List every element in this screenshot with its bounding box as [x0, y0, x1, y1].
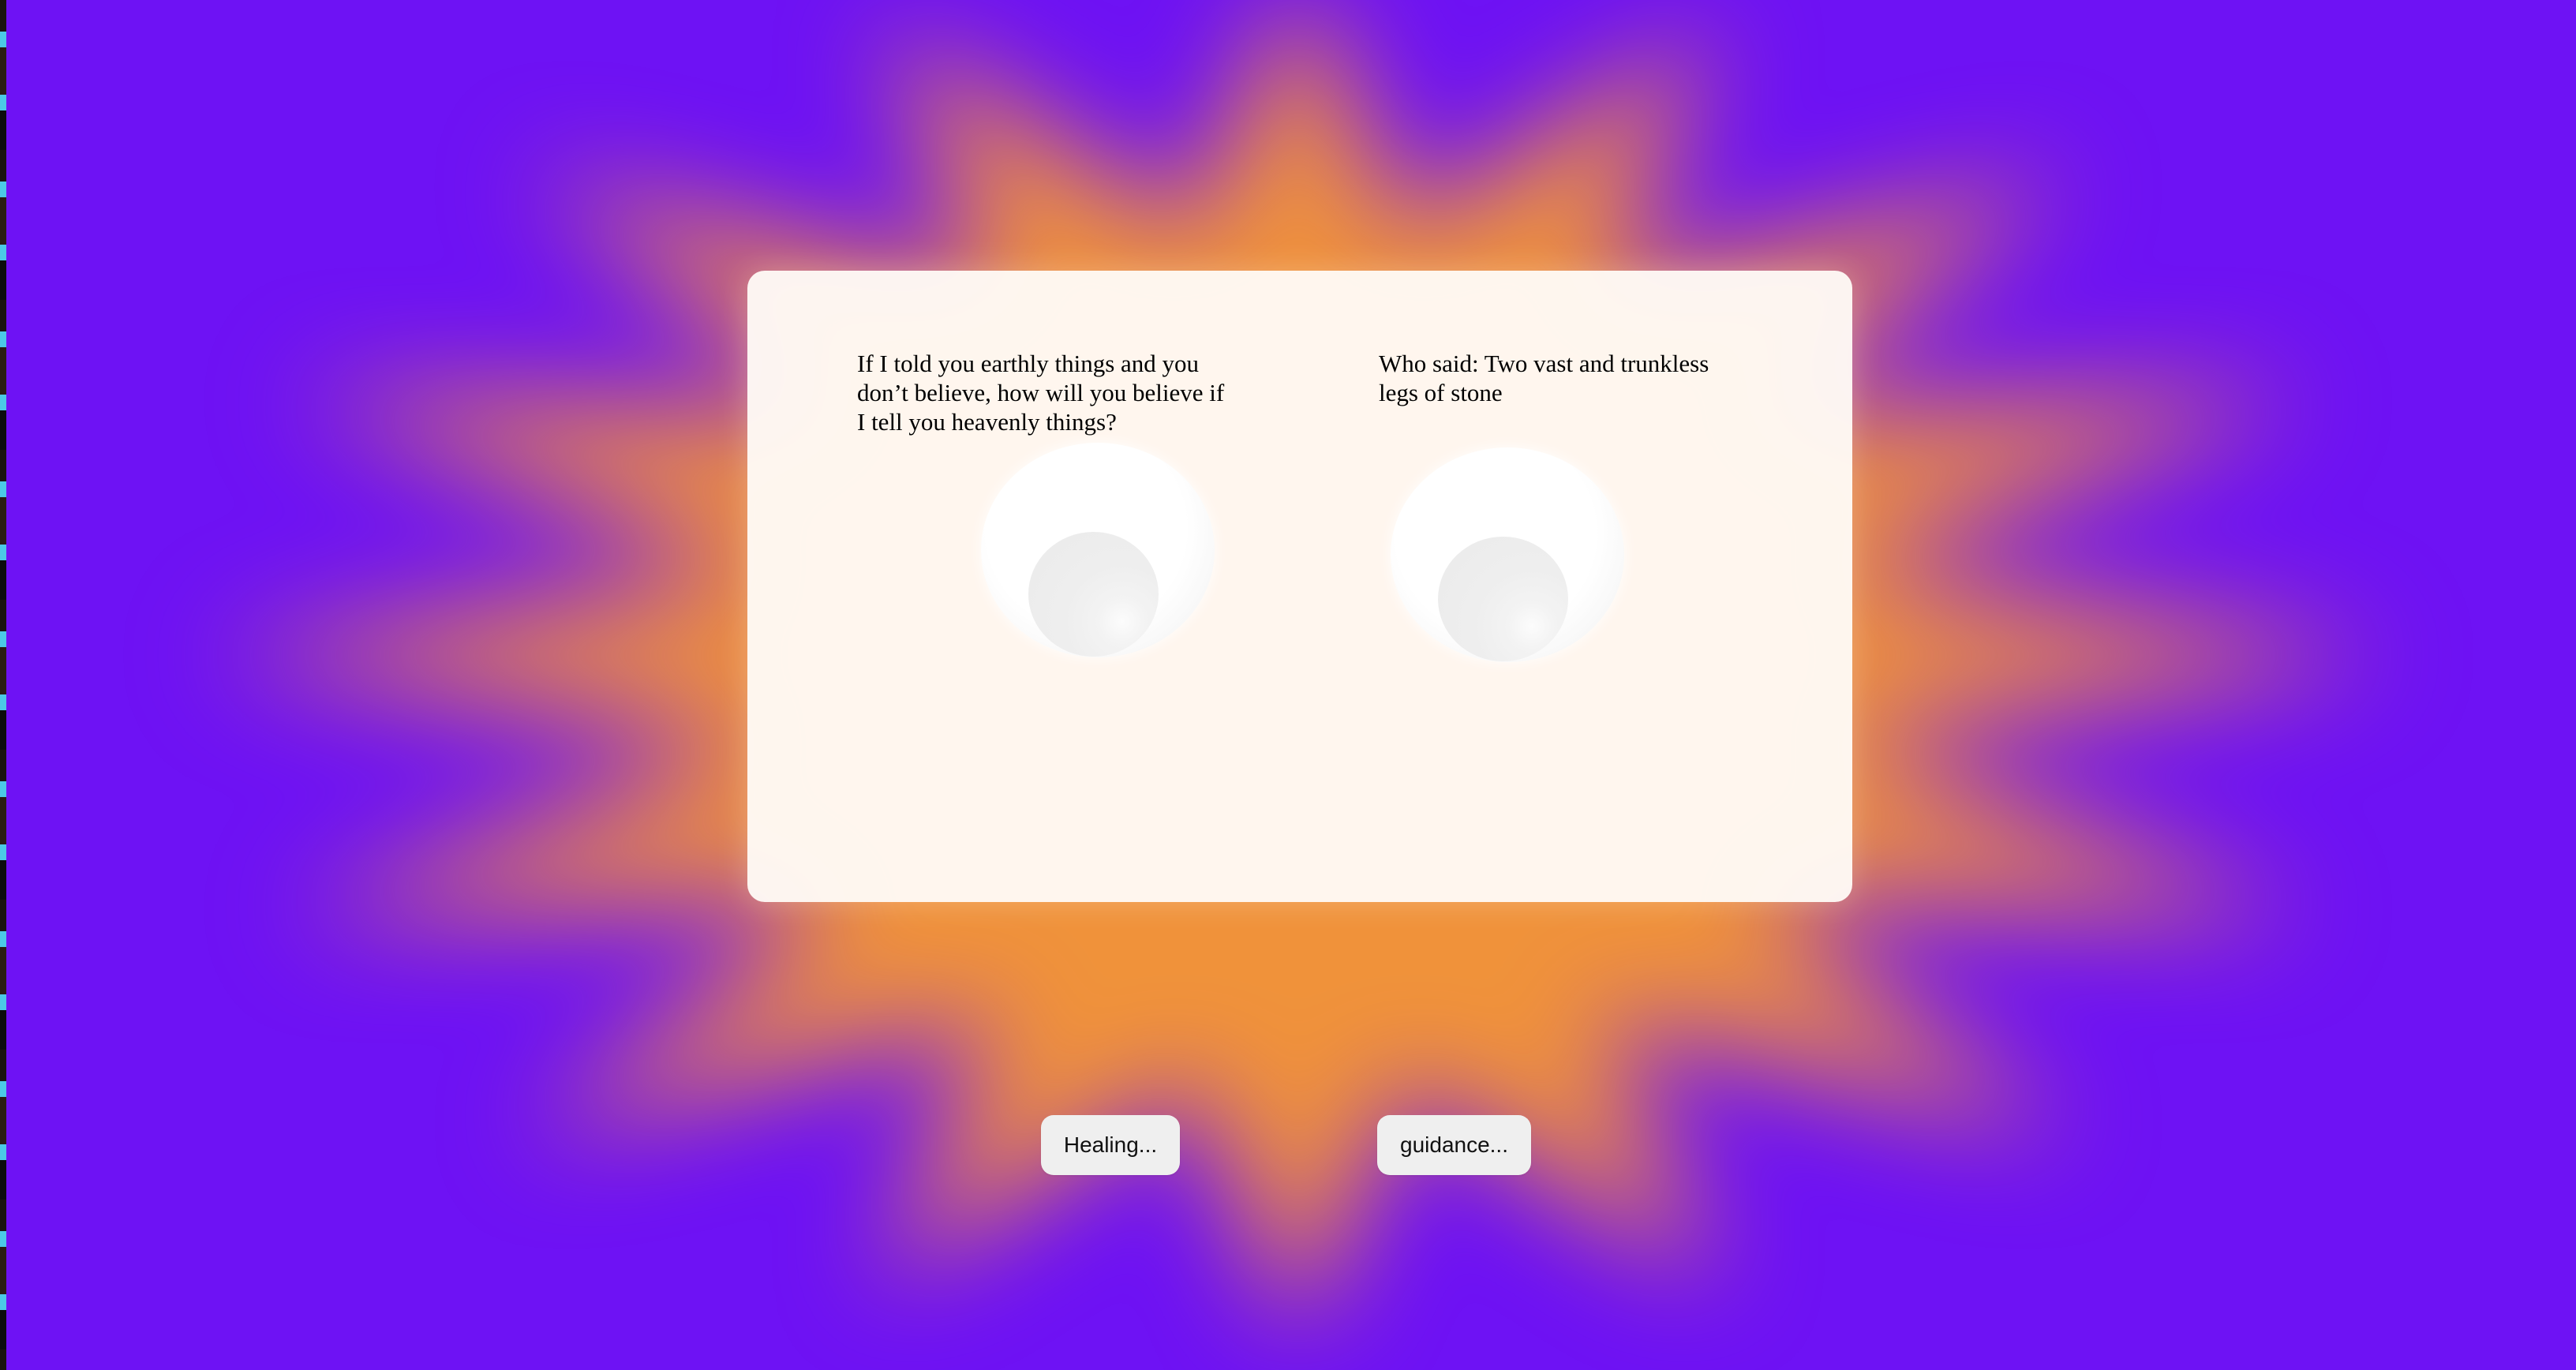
healing-button[interactable]: Healing...: [1041, 1115, 1180, 1175]
right-quote-text: Who said: Two vast and trunkless legs of…: [1379, 350, 1709, 406]
left-pupil: [1028, 532, 1159, 657]
left-googly-eye-icon: [981, 443, 1215, 657]
right-googly-eye-icon: [1391, 447, 1624, 662]
right-pupil: [1438, 537, 1568, 661]
guidance-button[interactable]: guidance...: [1377, 1115, 1531, 1175]
quote-card: If I told you earthly things and you don…: [747, 271, 1852, 902]
background-app-strip: [0, 0, 6, 1370]
left-quote-text: If I told you earthly things and you don…: [857, 350, 1225, 436]
